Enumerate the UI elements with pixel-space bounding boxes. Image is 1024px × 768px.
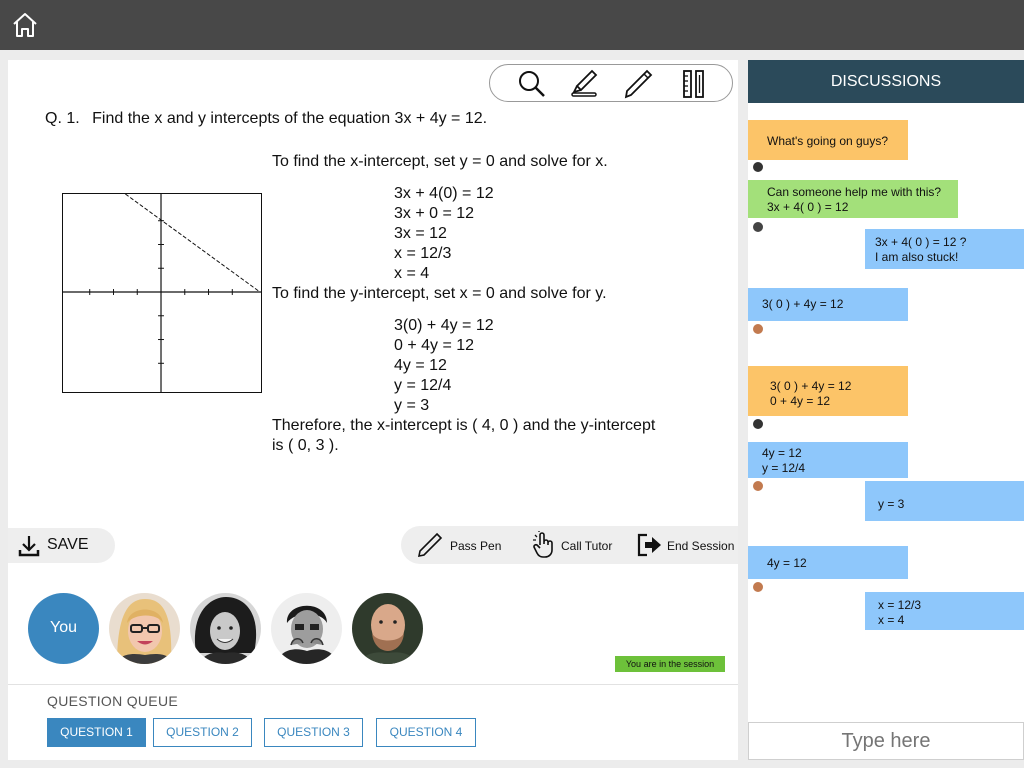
y-intercept-intro: To find the y-intercept, set x = 0 and s… [272,285,607,302]
conclusion-line-2: is ( 0, 3 ). [272,437,339,454]
x-intercept-steps: 3x + 4(0) = 12 3x + 0 = 12 3x = 12 x = 1… [394,184,494,284]
chat-message-text: Can someone help me with this? 3x + 4( 0… [767,185,942,214]
conclusion-line-1: Therefore, the x-intercept is ( 4, 0 ) a… [272,417,656,434]
y-step: 4y = 12 [394,357,447,374]
question-workspace: Q. 1. Find the x and y intercepts of the… [8,60,738,760]
pen-icon [417,532,443,558]
queue-question-4[interactable]: QUESTION 4 [376,718,476,747]
question-queue-title: QUESTION QUEUE [47,693,178,709]
call-tutor-button[interactable]: Call Tutor [523,526,619,564]
equation-line [125,194,261,293]
x-step: x = 4 [394,265,430,282]
participant-photo [109,593,180,664]
pointing-hand-icon [533,531,553,558]
avatar-icon [753,419,763,429]
x-step: x = 12/3 [394,245,452,262]
chat-message-text: 3x + 4( 0 ) = 12 ? I am also stuck! [875,235,967,264]
chat-input[interactable] [748,722,1024,760]
queue-question-1[interactable]: QUESTION 1 [47,718,146,747]
avatar-icon [753,222,763,232]
chat-message: 3x + 4( 0 ) = 12 ? I am also stuck! [865,229,1024,269]
avatar-participant-3[interactable] [271,593,342,664]
call-tutor-label: Call Tutor [561,539,613,553]
download-icon [18,536,40,557]
avatar-participant-4[interactable] [352,593,423,664]
top-bar [0,0,1024,50]
chat-message: What's going on guys? [748,120,908,160]
y-step: y = 3 [394,397,430,414]
avatar-icon [753,582,763,592]
y-step: 0 + 4y = 12 [394,337,475,354]
drawing-toolbar [489,64,733,102]
participant-photo [190,593,261,664]
y-step: 3(0) + 4y = 12 [394,317,494,334]
pass-pen-label: Pass Pen [450,539,502,553]
x-intercept-intro: To find the x-intercept, set y = 0 and s… [272,153,608,170]
chat-message: 4y = 12 [748,546,908,579]
pen-icon[interactable] [622,68,654,100]
chat-message-text: 4y = 12 y = 12/4 [762,446,806,475]
queue-question-2[interactable]: QUESTION 2 [153,718,252,747]
chat-message-text: 4y = 12 [767,556,807,570]
discussions-panel: DISCUSSIONS What's going on guys? Can so… [748,60,1024,760]
y-intercept-steps: 3(0) + 4y = 12 0 + 4y = 12 4y = 12 y = 1… [394,316,494,416]
participant-photo [271,593,342,664]
chat-message-text: 3( 0 ) + 4y = 12 0 + 4y = 12 [770,379,852,408]
avatar-icon [753,324,763,334]
session-status-badge: You are in the session [615,656,725,672]
session-actions: Pass Pen Call Tutor End Session [401,526,738,564]
search-icon[interactable] [516,68,548,100]
pass-pen-button[interactable]: Pass Pen [415,526,507,564]
x-step: 3x + 0 = 12 [394,205,475,222]
question-text: Find the x and y intercepts of the equat… [92,110,488,127]
exit-icon [637,533,661,557]
chat-message-text: 3( 0 ) + 4y = 12 [762,297,844,311]
participant-photo [352,593,423,664]
avatar-you[interactable]: You [28,593,99,664]
avatar-icon [753,162,763,172]
ruler-icon[interactable] [678,68,710,100]
highlighter-icon[interactable] [568,68,600,100]
save-button[interactable]: SAVE [8,528,115,563]
home-icon[interactable] [10,10,40,40]
chat-message: x = 12/3 x = 4 [865,592,1024,630]
divider [8,684,738,685]
chat-message-text: y = 3 [878,497,905,511]
y-step: y = 12/4 [394,377,452,394]
you-label: You [50,619,77,636]
chat-message: 3( 0 ) + 4y = 12 [748,288,908,321]
chat-message: y = 3 [865,481,1024,521]
intercept-graph [62,193,262,393]
end-session-label: End Session [667,539,735,553]
chat-message: Can someone help me with this? 3x + 4( 0… [748,180,958,218]
discussions-title: DISCUSSIONS [748,60,1024,103]
chat-message: 4y = 12 y = 12/4 [748,442,908,478]
end-session-button[interactable]: End Session [629,526,735,564]
chat-message: 3( 0 ) + 4y = 12 0 + 4y = 12 [748,366,908,416]
question-number: Q. 1. [45,110,80,127]
save-label: SAVE [47,536,89,553]
chat-message-text: x = 12/3 x = 4 [878,598,922,627]
x-step: 3x = 12 [394,225,447,242]
graph-axes [63,194,261,392]
avatar-participant-1[interactable] [109,593,180,664]
question-prompt: Q. 1. Find the x and y intercepts of the… [45,110,487,128]
queue-question-3[interactable]: QUESTION 3 [264,718,363,747]
avatar-icon [753,481,763,491]
avatar-participant-2[interactable] [190,593,261,664]
chat-message-text: What's going on guys? [767,134,889,148]
x-step: 3x + 4(0) = 12 [394,185,494,202]
